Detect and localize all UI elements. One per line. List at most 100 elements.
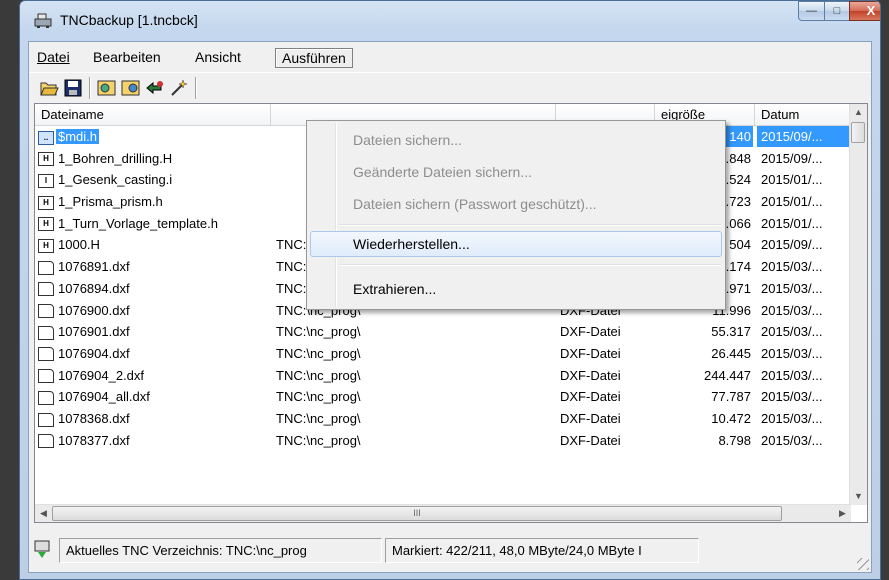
- file-date-cell: 2015/01/...: [761, 172, 823, 188]
- file-type-cell: DXF-Datei: [560, 410, 621, 426]
- menu-ansicht-label: Ansicht: [195, 49, 241, 65]
- menu-separator: [339, 224, 721, 225]
- horizontal-scroll-thumb[interactable]: III: [52, 506, 782, 521]
- nc-program-file-icon: H: [38, 195, 54, 210]
- file-date-cell: 2015/09/...: [757, 126, 853, 147]
- file-size-cell: 244.447: [704, 367, 751, 383]
- minimize-button[interactable]: —: [798, 1, 825, 21]
- nc-program-file-icon: I: [38, 173, 54, 188]
- table-row[interactable]: 1078377.dxf TNC:\nc_prog\ DXF-Datei 8.798 20…: [35, 430, 853, 452]
- file-name-cell: 1076901.dxf: [35, 321, 269, 342]
- file-name: 1076894.dxf: [58, 280, 130, 296]
- menu-separator: [339, 264, 721, 265]
- window-title: TNCbackup [1.tncbck]: [60, 12, 198, 28]
- app-window: TNCbackup [1.tncbck] — □ X Datei Bearbei…: [19, 0, 881, 580]
- table-row[interactable]: 1078368.dxf TNC:\nc_prog\ DXF-Datei 10.472 2…: [35, 408, 853, 430]
- menu-datei-label: Datei: [37, 49, 70, 65]
- file-name: 1_Gesenk_casting.i: [58, 172, 173, 188]
- dxf-file-icon: [38, 304, 54, 319]
- file-path-cell: TNC:\nc_prog\: [276, 367, 361, 383]
- file-name-cell: 1076904_2.dxf: [35, 365, 269, 386]
- vertical-scroll-thumb[interactable]: [851, 122, 865, 143]
- file-type-cell: DXF-Datei: [560, 324, 621, 340]
- file-size-cell: 10.472: [711, 410, 751, 426]
- menu-item-geaenderte-dateien-sichern[interactable]: Geänderte Dateien sichern...: [310, 159, 722, 185]
- nc-program-file-icon: H: [38, 239, 54, 253]
- dxf-file-icon: [38, 390, 54, 405]
- file-size-cell: 8.798: [718, 432, 751, 448]
- menu-item-extrahieren[interactable]: Extrahieren...: [310, 276, 722, 302]
- file-name-cell: H 1_Bohren_drilling.H: [35, 148, 269, 169]
- file-path-cell: TNC:\nc_prog\: [276, 389, 361, 405]
- menu-ansicht[interactable]: Ansicht: [189, 48, 247, 68]
- menu-item-dateien-sichern[interactable]: Dateien sichern...: [310, 127, 722, 153]
- file-date-cell: 2015/03/...: [761, 280, 823, 296]
- restore-icon[interactable]: [121, 78, 141, 98]
- file-path-cell: TNC:\nc_prog\: [276, 410, 361, 426]
- menu-bearbeiten[interactable]: Bearbeiten: [87, 48, 167, 68]
- settings-wand-icon[interactable]: [169, 78, 189, 98]
- file-name: 1078368.dxf: [58, 410, 130, 426]
- client-area: Datei Bearbeiten Ansicht Ausführen Datei…: [28, 41, 872, 573]
- file-date-cell: 2015/03/...: [761, 432, 823, 448]
- menu-item-dateien-sichern-passwort[interactable]: Dateien sichern (Passwort geschützt)...: [310, 191, 722, 217]
- file-name-cell: 1076904_all.dxf: [35, 386, 269, 407]
- toolbar: [29, 72, 871, 103]
- file-path-cell: TNC:\nc_prog\: [276, 432, 361, 448]
- file-name: 1076904.dxf: [58, 345, 130, 361]
- open-folder-icon[interactable]: [39, 78, 59, 98]
- file-name-cell: I 1_Gesenk_casting.i: [35, 169, 269, 190]
- title-bar[interactable]: TNCbackup [1.tncbck] — □ X: [20, 1, 880, 41]
- dxf-file-icon: [38, 347, 54, 362]
- nc-program-file-icon: H: [38, 152, 54, 167]
- menu-ausfuehren[interactable]: Ausführen: [275, 48, 353, 68]
- dxf-file-icon: [38, 282, 54, 297]
- close-button[interactable]: X: [849, 1, 880, 21]
- file-size-cell: 26.445: [711, 345, 751, 361]
- file-name: 1_Turn_Vorlage_template.h: [58, 215, 218, 231]
- nc-program-file-icon: H: [38, 217, 54, 232]
- table-row[interactable]: 1076904.dxf TNC:\nc_prog\ DXF-Datei 26.445 2…: [35, 343, 853, 365]
- file-date-cell: 2015/01/...: [761, 215, 823, 231]
- dxf-file-icon: [38, 325, 54, 340]
- scroll-right-arrow-icon[interactable]: ▶: [834, 505, 851, 522]
- status-bar: Aktuelles TNC Verzeichnis: TNC:\nc_prog …: [29, 528, 871, 572]
- maximize-icon: □: [833, 5, 841, 17]
- resize-grip-icon[interactable]: [857, 558, 869, 570]
- file-name: 1076891.dxf: [58, 259, 130, 275]
- status-directory: Aktuelles TNC Verzeichnis: TNC:\nc_prog: [59, 538, 382, 563]
- nc-program-file-icon: ..: [38, 130, 54, 145]
- file-name: 1000.H: [58, 237, 100, 253]
- scroll-down-arrow-icon[interactable]: ▼: [850, 488, 867, 505]
- file-name: $mdi.h: [56, 129, 100, 144]
- file-name-cell: H 1000.H: [35, 234, 269, 255]
- column-header-date[interactable]: Datum: [755, 104, 855, 125]
- file-name-cell: 1076891.dxf: [35, 256, 269, 277]
- transfer-arrows-icon[interactable]: [145, 78, 165, 98]
- table-row[interactable]: 1076901.dxf TNC:\nc_prog\ DXF-Datei 55.317 2…: [35, 321, 853, 343]
- table-row[interactable]: 1076904_2.dxf TNC:\nc_prog\ DXF-Datei 244.4…: [35, 365, 853, 387]
- scroll-up-arrow-icon[interactable]: ▲: [850, 104, 867, 121]
- file-name: 1076901.dxf: [58, 324, 130, 340]
- column-header-name[interactable]: Dateiname: [35, 104, 271, 125]
- file-size-cell: 77.787: [711, 389, 751, 405]
- minimize-icon: —: [806, 5, 817, 17]
- file-name: 1078377.dxf: [58, 432, 130, 448]
- file-name-cell: H 1_Turn_Vorlage_template.h: [35, 213, 269, 234]
- maximize-button[interactable]: □: [824, 1, 850, 21]
- file-name: 1076900.dxf: [58, 302, 130, 318]
- file-size-cell: 55.317: [711, 324, 751, 340]
- scroll-left-arrow-icon[interactable]: ◀: [35, 505, 52, 522]
- file-name-cell: 1076900.dxf: [35, 300, 269, 321]
- horizontal-scrollbar[interactable]: ◀ III ▶: [35, 504, 851, 522]
- vertical-scrollbar[interactable]: ▲ ▼: [849, 104, 867, 505]
- backup-icon[interactable]: [97, 78, 117, 98]
- menu-datei[interactable]: Datei: [31, 48, 76, 68]
- menu-item-wiederherstellen[interactable]: Wiederherstellen...: [310, 231, 722, 257]
- table-row[interactable]: 1076904_all.dxf TNC:\nc_prog\ DXF-Datei 77.…: [35, 386, 853, 408]
- file-name: 1_Prisma_prism.h: [58, 194, 163, 210]
- save-disk-icon[interactable]: [63, 78, 83, 98]
- file-type-cell: DXF-Datei: [560, 367, 621, 383]
- dxf-file-icon: [38, 412, 54, 427]
- connection-status-icon: [34, 540, 50, 558]
